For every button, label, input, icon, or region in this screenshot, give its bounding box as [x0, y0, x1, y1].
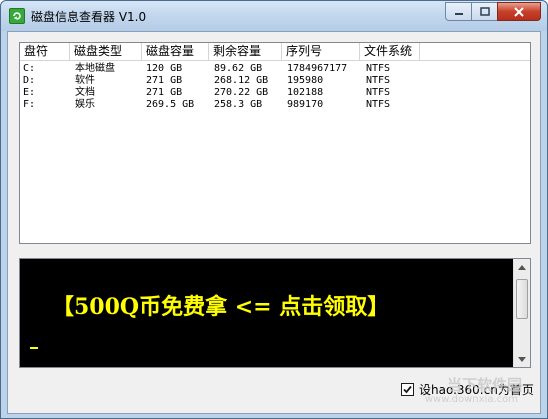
table-row[interactable]: E: 文档 271 GB 270.22 GB 102188 NTFS — [20, 87, 530, 99]
cell-free-space: 89.62 GB — [214, 63, 263, 74]
cell-free-space: 268.12 GB — [214, 75, 269, 86]
disk-list-view[interactable]: 盘符 磁盘类型 磁盘容量 剩余容量 序列号 文件系统 C: 本地磁盘 120 G… — [19, 42, 531, 244]
cell-serial: 102188 — [287, 87, 324, 98]
column-header-drive[interactable]: 盘符 — [20, 43, 70, 61]
table-row[interactable]: F: 娱乐 269.5 GB 258.3 GB 989170 NTFS — [20, 99, 530, 111]
cell-capacity: 271 GB — [146, 87, 183, 98]
cell-filesystem: NTFS — [366, 87, 391, 98]
promo-link[interactable]: 【500Q币免费拿 <= 点击领取】 — [52, 289, 389, 321]
maximize-icon — [479, 7, 490, 16]
window-title: 磁盘信息查看器 V1.0 — [31, 10, 147, 24]
arrow-up-icon — [518, 264, 526, 270]
watermark-url: www.downxia.com — [424, 394, 518, 405]
cell-drive: D: — [23, 75, 36, 86]
cell-disk-type: 娱乐 — [75, 99, 95, 110]
cell-capacity: 120 GB — [146, 63, 183, 74]
cell-free-space: 258.3 GB — [214, 99, 263, 110]
app-icon — [9, 8, 25, 24]
cell-drive: E: — [23, 87, 36, 98]
caption-buttons — [445, 2, 541, 21]
cell-drive: F: — [23, 99, 36, 110]
cell-filesystem: NTFS — [366, 75, 391, 86]
cell-disk-type: 文档 — [75, 87, 95, 98]
column-header-disk-type[interactable]: 磁盘类型 — [70, 43, 142, 61]
column-header-free-space[interactable]: 剩余容量 — [209, 43, 282, 61]
client-area: 盘符 磁盘类型 磁盘容量 剩余容量 序列号 文件系统 C: 本地磁盘 120 G… — [7, 31, 541, 414]
homepage-checkbox[interactable] — [401, 383, 414, 396]
cell-disk-type: 本地磁盘 — [75, 63, 115, 74]
minimize-button[interactable] — [445, 2, 471, 21]
cell-filesystem: NTFS — [366, 63, 391, 74]
title-bar[interactable]: 磁盘信息查看器 V1.0 — [1, 1, 547, 31]
cell-serial: 195980 — [287, 75, 324, 86]
column-header-capacity[interactable]: 磁盘容量 — [142, 43, 209, 61]
list-header: 盘符 磁盘类型 磁盘容量 剩余容量 序列号 文件系统 — [20, 43, 530, 61]
column-header-serial[interactable]: 序列号 — [282, 43, 360, 61]
vertical-scrollbar[interactable] — [513, 259, 530, 367]
checkmark-icon — [403, 385, 412, 394]
promo-console: 【500Q币免费拿 <= 点击领取】 — [19, 258, 531, 368]
table-row[interactable]: D: 软件 271 GB 268.12 GB 195980 NTFS — [20, 75, 530, 87]
close-button[interactable] — [497, 2, 541, 21]
scroll-down-button[interactable] — [514, 351, 530, 367]
cell-serial: 989170 — [287, 99, 324, 110]
cell-filesystem: NTFS — [366, 99, 391, 110]
maximize-button[interactable] — [471, 2, 497, 21]
watermark-text: 当下软件园 — [446, 376, 522, 394]
cell-capacity: 269.5 GB — [146, 99, 195, 110]
cell-drive: C: — [23, 63, 36, 74]
cell-serial: 1784967177 — [287, 63, 348, 74]
cell-free-space: 270.22 GB — [214, 87, 269, 98]
column-header-filesystem[interactable]: 文件系统 — [360, 43, 420, 61]
scroll-thumb[interactable] — [516, 279, 528, 319]
table-row[interactable]: C: 本地磁盘 120 GB 89.62 GB 1784967177 NTFS — [20, 63, 530, 75]
cell-capacity: 271 GB — [146, 75, 183, 86]
arrow-down-icon — [518, 356, 526, 362]
app-window: 磁盘信息查看器 V1.0 盘符 磁盘类型 磁盘容量 剩余容量 序列号 文件系统 — [0, 0, 548, 419]
text-cursor — [30, 347, 38, 349]
scroll-up-button[interactable] — [514, 259, 530, 275]
minimize-icon — [454, 12, 463, 15]
cell-disk-type: 软件 — [75, 75, 95, 86]
close-icon — [514, 6, 524, 17]
